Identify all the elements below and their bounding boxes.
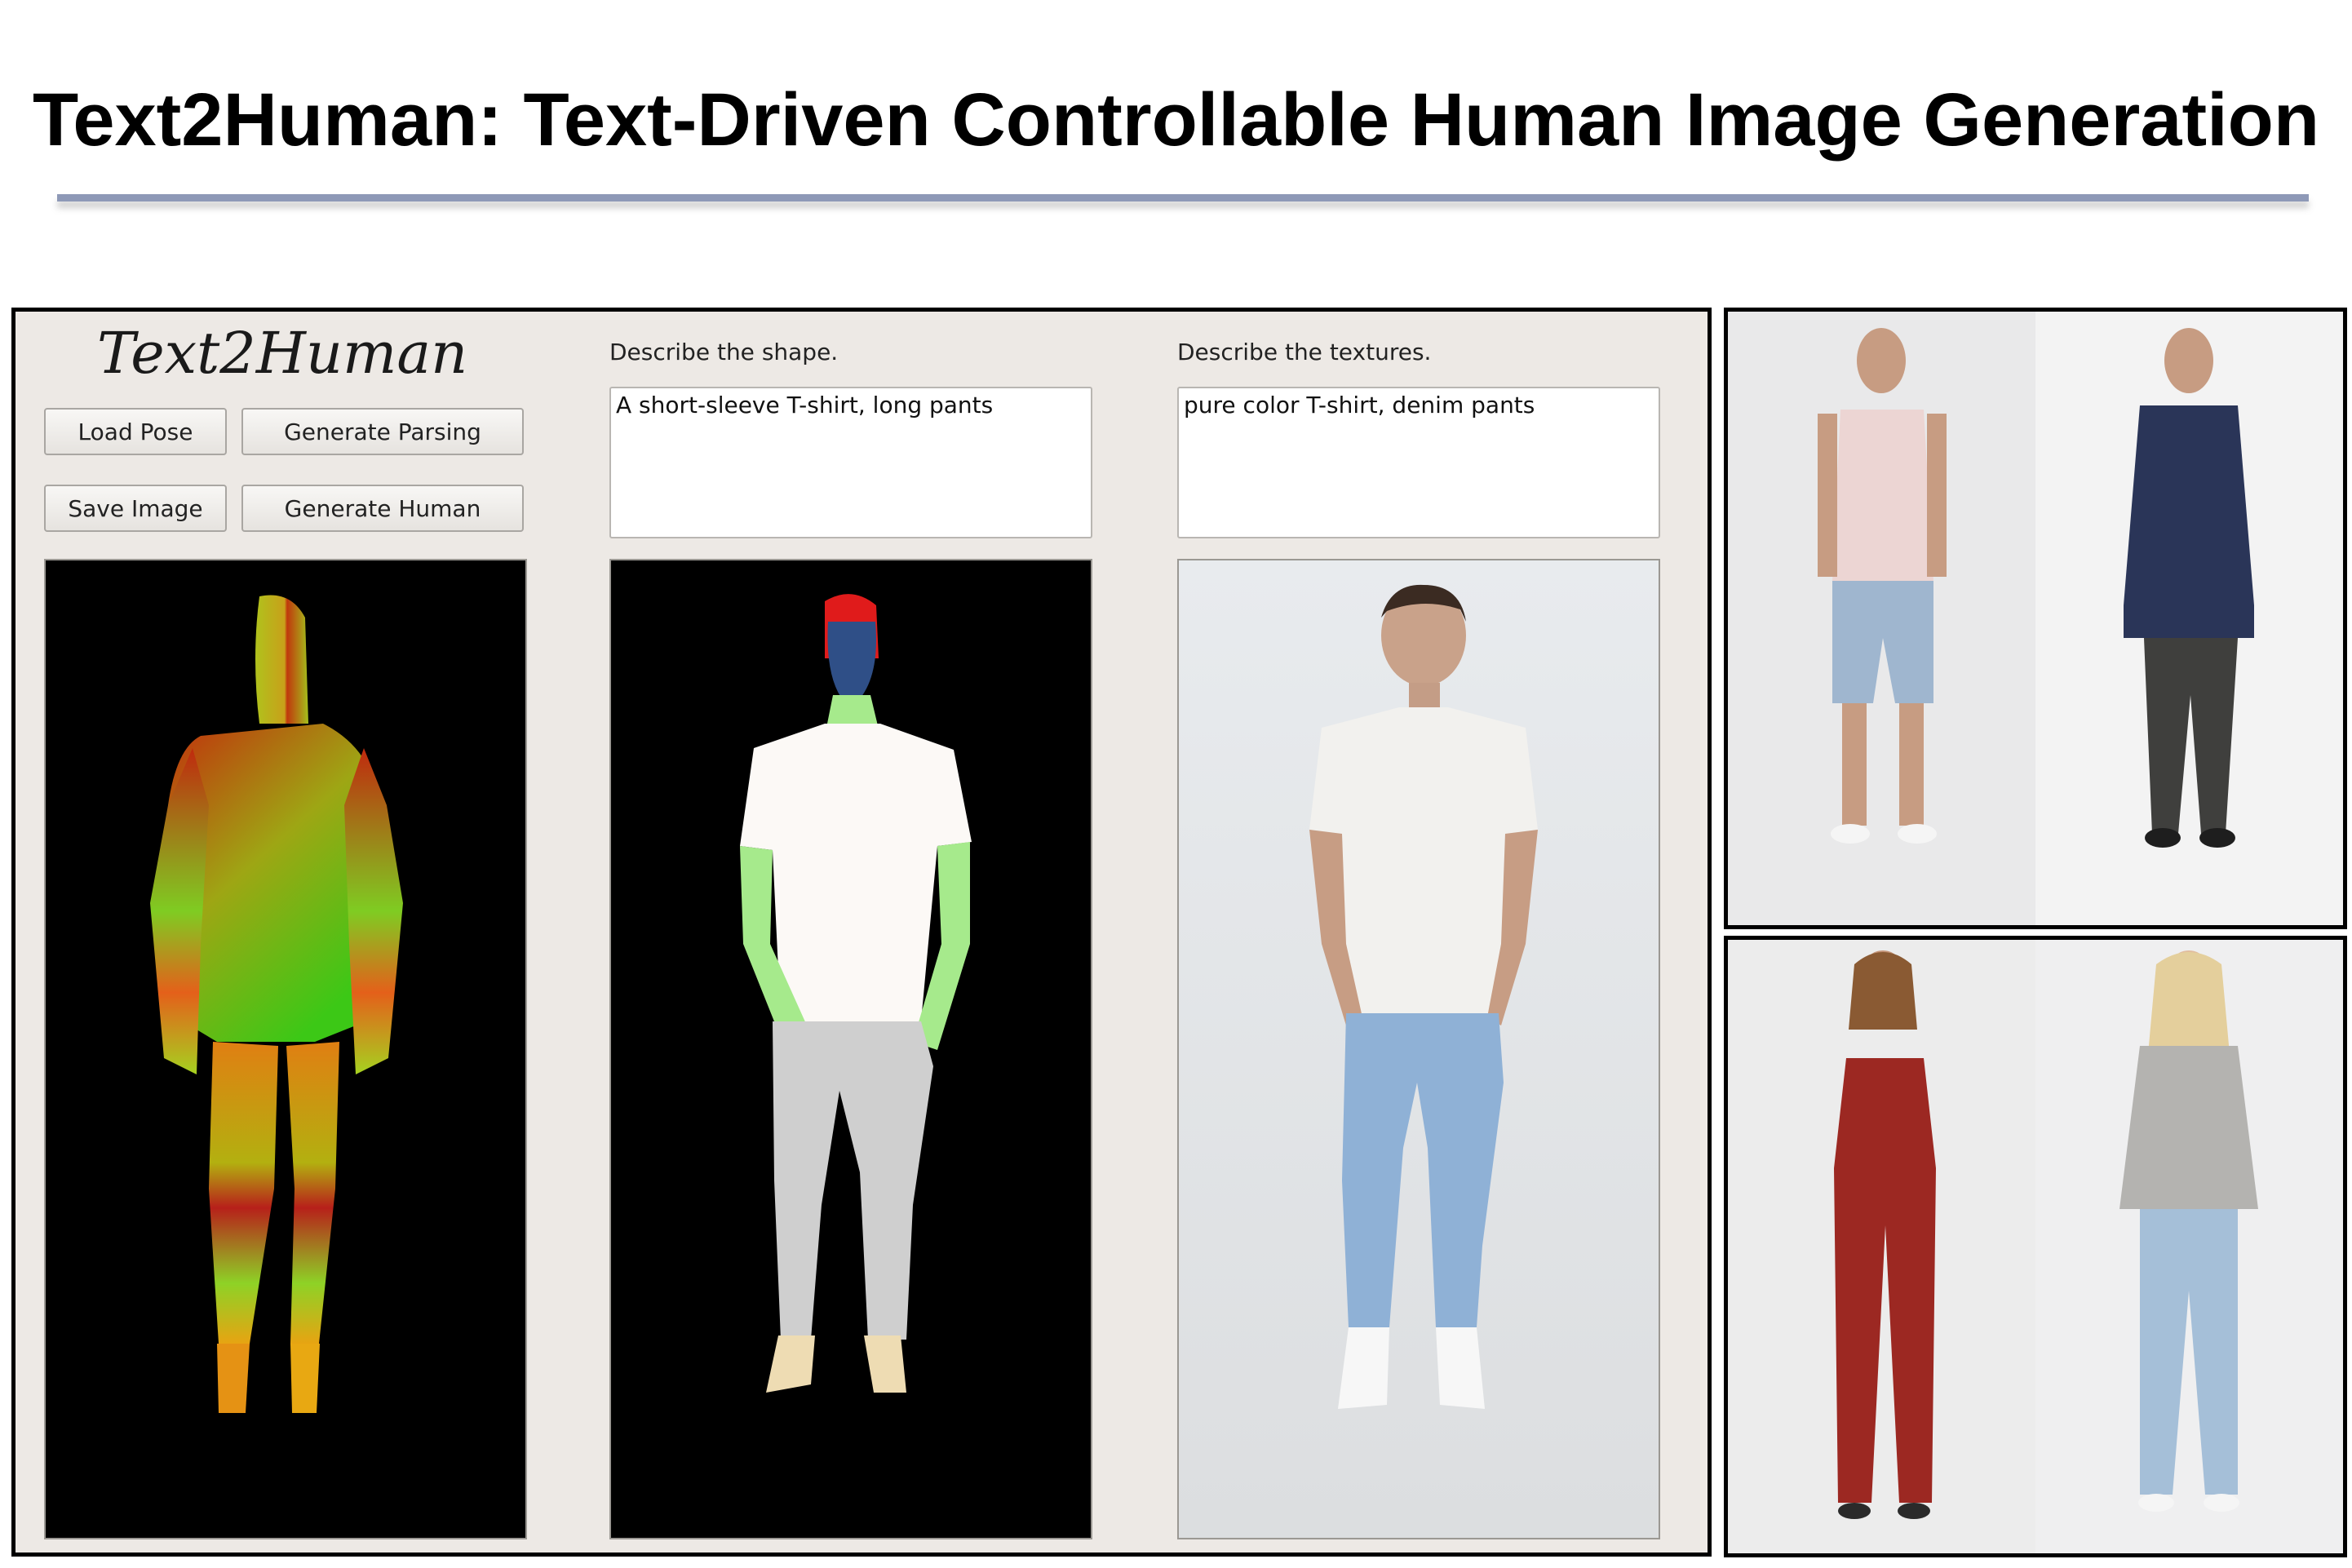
example-panel-men xyxy=(1724,308,2347,929)
generated-human-canvas[interactable] xyxy=(1177,559,1660,1539)
save-image-button[interactable]: Save Image xyxy=(44,485,227,532)
parsing-figure xyxy=(740,594,972,1393)
app-window: Text2Human Load Pose Generate Parsing Sa… xyxy=(11,308,1712,1557)
texture-label: Describe the textures. xyxy=(1177,339,1432,365)
app-logo: Text2Human xyxy=(97,320,468,387)
pose-canvas[interactable] xyxy=(44,559,527,1539)
example-panel-women xyxy=(1724,936,2347,1557)
generate-human-button[interactable]: Generate Human xyxy=(241,485,524,532)
generate-parsing-button[interactable]: Generate Parsing xyxy=(241,408,524,455)
example-photos-women xyxy=(1728,940,2343,1553)
parsing-canvas[interactable] xyxy=(609,559,1092,1539)
generated-human-photo xyxy=(1309,584,1538,1409)
shape-label: Describe the shape. xyxy=(609,339,839,365)
example-photos-men xyxy=(1728,312,2343,925)
load-pose-button[interactable]: Load Pose xyxy=(44,408,227,455)
shape-text-input[interactable]: A short-sleeve T-shirt, long pants xyxy=(609,387,1092,538)
title-divider xyxy=(57,194,2309,202)
texture-text-input[interactable]: pure color T-shirt, denim pants xyxy=(1177,387,1660,538)
densepose-figure xyxy=(150,595,403,1413)
page-title: Text2Human: Text-Driven Controllable Hum… xyxy=(32,78,2320,162)
